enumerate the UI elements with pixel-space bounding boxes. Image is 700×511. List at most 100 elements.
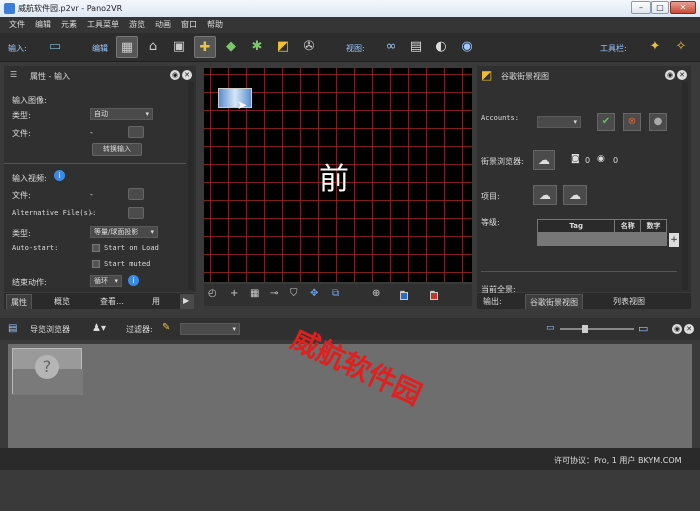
filter-select[interactable]: [180, 323, 240, 335]
browser-label: 街景浏览器:: [481, 157, 524, 166]
menu-edit[interactable]: 编辑: [30, 17, 56, 30]
panel-float-icon[interactable]: ◉: [170, 70, 180, 80]
menu-help[interactable]: 帮助: [202, 17, 228, 30]
streetview-header: ◩ 谷歌街景视图 ◉ ✕: [477, 68, 691, 83]
properties-scrollbar[interactable]: [188, 82, 194, 290]
menu-tools[interactable]: 工具菜单: [82, 17, 124, 30]
zoom-slider-handle[interactable]: [582, 325, 588, 333]
map-icon[interactable]: ◩: [272, 36, 294, 58]
panel-close-icon[interactable]: ✕: [182, 70, 192, 80]
end-action-select[interactable]: 循环: [90, 275, 122, 287]
puzzle-icon[interactable]: ✱: [246, 36, 268, 58]
filter-label: 过滤器:: [126, 325, 153, 334]
table-row[interactable]: [536, 232, 667, 246]
patch-icon[interactable]: ⌂: [142, 36, 164, 58]
type-select[interactable]: 自动: [90, 108, 153, 120]
table-header-row: Tag 名称 数字: [536, 219, 667, 233]
camera-icon: ◙: [571, 154, 580, 164]
tab-streetview[interactable]: 谷歌街景视图: [525, 294, 583, 309]
dragon-icon[interactable]: ✧: [670, 36, 692, 58]
tab-output[interactable]: 输出:: [479, 294, 506, 309]
table-cell[interactable]: [536, 232, 616, 246]
menu-file[interactable]: 文件: [4, 17, 30, 30]
convert-input-button[interactable]: 转换输入: [92, 143, 142, 156]
menu-animation[interactable]: 动画: [150, 17, 176, 30]
open-alt-files-icon[interactable]: [128, 207, 144, 219]
cloud-browser-icon[interactable]: ☁: [533, 150, 555, 170]
panorama-viewer[interactable]: ➤ 前: [204, 68, 472, 282]
zoom-slider-track[interactable]: [560, 328, 634, 330]
open-video-icon[interactable]: [128, 188, 144, 200]
film-reel-icon[interactable]: ✇: [298, 36, 320, 58]
tab-properties[interactable]: 属性: [6, 294, 32, 309]
end-action-label: 结束动作:: [12, 278, 47, 287]
cloud-download-icon[interactable]: ☁: [563, 185, 587, 205]
browser-float-icon[interactable]: ◉: [672, 324, 682, 334]
polygon-tool-icon[interactable]: ⧉: [332, 288, 339, 299]
panorama-thumbnail[interactable]: ?: [12, 348, 83, 395]
eye-icon[interactable]: ◉: [456, 36, 478, 58]
tab-use-label: 用: [152, 297, 160, 306]
close-button[interactable]: ✕: [670, 1, 696, 14]
end-action-info-icon[interactable]: i: [128, 275, 139, 286]
filter-tag-icon[interactable]: ✎: [162, 322, 170, 333]
cloud-upload-icon[interactable]: ☁: [533, 185, 557, 205]
start-on-load-checkbox[interactable]: [92, 244, 100, 252]
tab-overview[interactable]: 概览: [50, 294, 74, 309]
video-type-select[interactable]: 等量/球面投影: [90, 226, 158, 238]
file-value: -: [90, 128, 93, 137]
tab-scroll-right-icon[interactable]: ▶: [180, 294, 194, 309]
compass-tool-icon[interactable]: ◴: [208, 288, 217, 299]
open-file-icon[interactable]: [128, 126, 144, 138]
menu-elements[interactable]: 元素: [56, 17, 82, 30]
red-color-picker[interactable]: ▾: [430, 288, 438, 300]
input-video-header: 输入视频:: [12, 174, 47, 183]
layers-icon[interactable]: ◆: [220, 36, 242, 58]
view-count: 0: [613, 156, 619, 165]
tab-list-view[interactable]: 列表视图: [609, 294, 649, 309]
accounts-select[interactable]: [537, 116, 581, 128]
user-icon[interactable]: ♟▾: [92, 323, 106, 334]
tab-view[interactable]: 查看…: [96, 294, 128, 309]
streetview-float-icon[interactable]: ◉: [665, 70, 675, 80]
info-icon[interactable]: i: [54, 170, 65, 181]
menu-bar: 文件 编辑 元素 工具菜单 游览 动画 窗口 帮助: [0, 17, 700, 33]
wizard-icon[interactable]: ✦: [644, 36, 666, 58]
menu-tour[interactable]: 游览: [124, 17, 150, 30]
tab-use[interactable]: 用: [148, 294, 164, 309]
crosshair-tool-icon[interactable]: +: [230, 288, 238, 299]
views-eye-icon: ◉: [597, 154, 605, 164]
hotspot-icon[interactable]: ✚: [194, 36, 216, 58]
app-icon: [4, 3, 15, 14]
add-row-button[interactable]: +: [669, 233, 679, 247]
binoculars-icon[interactable]: ∞: [380, 36, 402, 58]
bucket-tool-icon[interactable]: ⛉: [290, 288, 298, 299]
camera-count: 0: [585, 156, 591, 165]
clipboard-icon[interactable]: ▤: [405, 36, 427, 58]
minimize-button[interactable]: –: [631, 1, 651, 14]
large-thumb-icon[interactable]: ▭: [638, 322, 648, 335]
start-muted-checkbox[interactable]: [92, 260, 100, 268]
video-file-label: 文件:: [12, 191, 31, 200]
viewer-icon[interactable]: ▣: [168, 36, 190, 58]
refresh-account-icon[interactable]: ●: [649, 113, 667, 131]
small-thumb-icon[interactable]: ▭: [546, 323, 555, 333]
film-icon[interactable]: ▦: [116, 36, 138, 58]
shield-check-icon[interactable]: ✔: [597, 113, 615, 131]
menu-window[interactable]: 窗口: [176, 17, 202, 30]
blue-color-picker[interactable]: ▾: [400, 288, 408, 300]
pin-tool-icon[interactable]: ⊸: [270, 288, 278, 299]
target-tool-icon[interactable]: ⊕: [372, 288, 380, 299]
move-tool-icon[interactable]: ✥: [310, 288, 318, 299]
streetview-scrollbar[interactable]: [682, 82, 688, 290]
maximize-button[interactable]: □: [651, 1, 669, 14]
table-cell[interactable]: [614, 232, 642, 246]
table-cell[interactable]: [640, 232, 667, 246]
table-tool-icon[interactable]: ▦: [250, 288, 259, 299]
streetview-close-icon[interactable]: ✕: [677, 70, 687, 80]
input-panorama-icon[interactable]: ▭: [44, 36, 66, 58]
compass-icon[interactable]: ◐: [430, 36, 452, 58]
tour-browser-icon: ▤: [8, 323, 18, 334]
shield-remove-icon[interactable]: ⊗: [623, 113, 641, 131]
browser-close-icon[interactable]: ✕: [684, 324, 694, 334]
